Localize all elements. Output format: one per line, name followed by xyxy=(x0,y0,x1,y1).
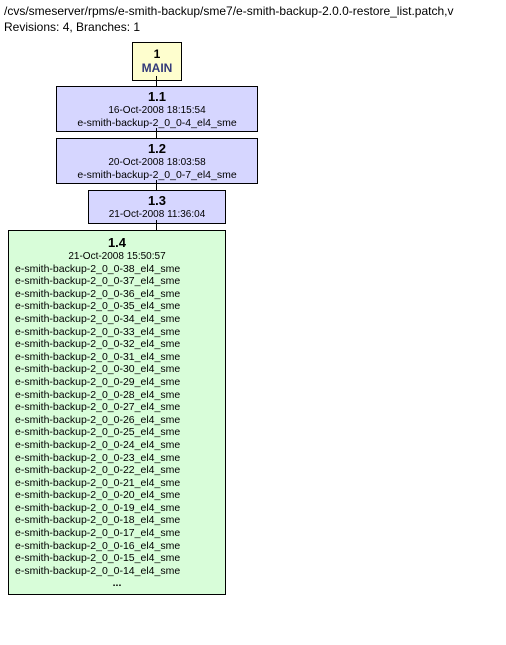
revision-tag: e-smith-backup-2_0_0-19_el4_sme xyxy=(15,502,219,515)
revision-tag: e-smith-backup-2_0_0-30_el4_sme xyxy=(15,363,219,376)
revision-tag: e-smith-backup-2_0_0-24_el4_sme xyxy=(15,439,219,452)
ellipsis: ... xyxy=(15,577,219,590)
revision-tag: e-smith-backup-2_0_0-21_el4_sme xyxy=(15,477,219,490)
revision-tag: e-smith-backup-2_0_0-25_el4_sme xyxy=(15,426,219,439)
revision-number: 1.1 xyxy=(61,89,253,105)
revision-tag: e-smith-backup-2_0_0-7_el4_sme xyxy=(61,169,253,182)
branch-number: 1 xyxy=(141,47,173,61)
edge xyxy=(156,76,157,86)
revision-tag: e-smith-backup-2_0_0-17_el4_sme xyxy=(15,527,219,540)
revision-tag: e-smith-backup-2_0_0-4_el4_sme xyxy=(61,117,253,130)
edge xyxy=(156,220,157,230)
revision-node-1-4[interactable]: 1.4 21-Oct-2008 15:50:57 e-smith-backup-… xyxy=(8,230,226,595)
revision-tag: e-smith-backup-2_0_0-26_el4_sme xyxy=(15,414,219,427)
revision-tag: e-smith-backup-2_0_0-28_el4_sme xyxy=(15,389,219,402)
revision-tag: e-smith-backup-2_0_0-15_el4_sme xyxy=(15,552,219,565)
revision-tag: e-smith-backup-2_0_0-37_el4_sme xyxy=(15,275,219,288)
branch-node-main[interactable]: 1 MAIN xyxy=(132,42,182,81)
revision-number: 1.4 xyxy=(15,235,219,251)
revision-tag: e-smith-backup-2_0_0-16_el4_sme xyxy=(15,540,219,553)
revision-tag: e-smith-backup-2_0_0-22_el4_sme xyxy=(15,464,219,477)
revision-node-1-3[interactable]: 1.3 21-Oct-2008 11:36:04 xyxy=(88,190,226,224)
repo-meta: Revisions: 4, Branches: 1 xyxy=(4,20,506,34)
revision-tag: e-smith-backup-2_0_0-33_el4_sme xyxy=(15,326,219,339)
revision-number: 1.2 xyxy=(61,141,253,157)
branch-label: MAIN xyxy=(141,61,173,75)
revision-diagram: 1 MAIN 1.1 16-Oct-2008 18:15:54 e-smith-… xyxy=(4,42,506,632)
revision-node-1-1[interactable]: 1.1 16-Oct-2008 18:15:54 e-smith-backup-… xyxy=(56,86,258,132)
revision-number: 1.3 xyxy=(93,193,221,209)
edge xyxy=(156,128,157,138)
revision-tag: e-smith-backup-2_0_0-23_el4_sme xyxy=(15,452,219,465)
revision-tag: e-smith-backup-2_0_0-27_el4_sme xyxy=(15,401,219,414)
revision-tag: e-smith-backup-2_0_0-38_el4_sme xyxy=(15,263,219,276)
repo-path: /cvs/smeserver/rpms/e-smith-backup/sme7/… xyxy=(4,4,506,18)
revision-tag: e-smith-backup-2_0_0-20_el4_sme xyxy=(15,489,219,502)
revision-date: 20-Oct-2008 18:03:58 xyxy=(61,157,253,169)
revision-tag: e-smith-backup-2_0_0-32_el4_sme xyxy=(15,338,219,351)
revision-node-1-2[interactable]: 1.2 20-Oct-2008 18:03:58 e-smith-backup-… xyxy=(56,138,258,184)
revision-tag: e-smith-backup-2_0_0-29_el4_sme xyxy=(15,376,219,389)
revision-tag: e-smith-backup-2_0_0-31_el4_sme xyxy=(15,351,219,364)
revision-tag: e-smith-backup-2_0_0-18_el4_sme xyxy=(15,514,219,527)
revision-tag: e-smith-backup-2_0_0-35_el4_sme xyxy=(15,300,219,313)
revision-date: 21-Oct-2008 15:50:57 xyxy=(15,251,219,263)
revision-date: 21-Oct-2008 11:36:04 xyxy=(93,209,221,221)
revision-tag: e-smith-backup-2_0_0-34_el4_sme xyxy=(15,313,219,326)
revision-tag: e-smith-backup-2_0_0-14_el4_sme xyxy=(15,565,219,578)
revision-tag: e-smith-backup-2_0_0-36_el4_sme xyxy=(15,288,219,301)
revision-date: 16-Oct-2008 18:15:54 xyxy=(61,105,253,117)
edge xyxy=(156,180,157,190)
